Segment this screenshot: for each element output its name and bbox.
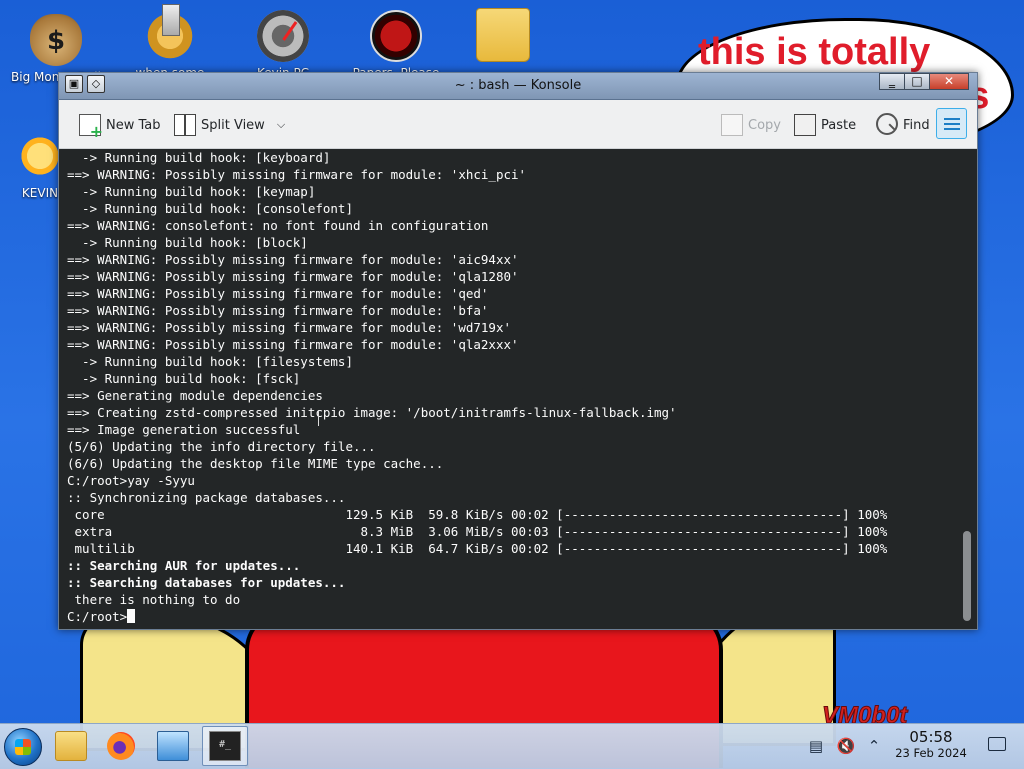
terminal-line: -> Running build hook: [keymap] xyxy=(67,184,316,199)
split-view-label: Split View xyxy=(201,117,265,133)
seal-icon xyxy=(370,10,422,62)
terminal-icon: #_ xyxy=(209,731,241,761)
gauge-icon xyxy=(257,10,309,62)
terminal-line: ==> WARNING: Possibly missing firmware f… xyxy=(67,320,512,335)
start-button[interactable] xyxy=(4,728,42,766)
terminal-line: ==> WARNING: Possibly missing firmware f… xyxy=(67,286,489,301)
clock-time: 05:58 xyxy=(909,728,953,746)
folder-icon xyxy=(55,731,87,761)
terminal-line: ==> WARNING: Possibly missing firmware f… xyxy=(67,303,489,318)
paste-icon xyxy=(794,114,816,136)
terminal-prompt-line[interactable]: C:/root> xyxy=(67,608,955,625)
terminal-line: ==> Generating module dependencies xyxy=(67,388,323,403)
terminal-line: ==> Image generation successful xyxy=(67,422,301,437)
chevron-down-icon: ⌵ xyxy=(276,118,286,131)
taskbar-app-file-manager[interactable] xyxy=(48,726,94,766)
clipboard-icon[interactable]: ▤ xyxy=(806,736,826,756)
new-tab-label: New Tab xyxy=(106,117,161,133)
terminal-line: -> Running build hook: [block] xyxy=(67,235,308,250)
terminal-line: C:/root>yay -Syyu xyxy=(67,473,195,488)
terminal-line: :: Synchronizing package databases... xyxy=(67,490,346,505)
volume-muted-icon[interactable]: 🔇 xyxy=(836,736,856,756)
terminal-line: -> Running build hook: [consolefont] xyxy=(67,201,353,216)
taskbar-app-firefox[interactable] xyxy=(98,726,144,766)
taskbar: #_ ▤ 🔇 ⌃ 05:58 23 Feb 2024 xyxy=(0,723,1024,769)
terminal-line: (6/6) Updating the desktop file MIME typ… xyxy=(67,456,444,471)
gear-icon xyxy=(144,4,196,62)
terminal-prompt: C:/root> xyxy=(67,609,128,624)
copy-button[interactable]: Copy xyxy=(721,112,781,138)
minimize-button[interactable]: ‗ xyxy=(879,73,905,90)
chevron-up-icon[interactable]: ⌃ xyxy=(864,736,884,756)
text-cursor-ibeam-icon xyxy=(318,410,321,426)
hamburger-menu-button[interactable] xyxy=(936,108,967,139)
split-view-icon xyxy=(174,114,196,136)
terminal-line: there is nothing to do xyxy=(67,592,241,607)
konsole-toolbar: New Tab Split View ⌵ Copy Paste Find xyxy=(59,100,977,149)
taskbar-app-konsole[interactable]: #_ xyxy=(202,726,248,766)
window-title: ~ : bash — Konsole xyxy=(454,78,582,93)
terminal-line: ==> Creating zstd-compressed initcpio im… xyxy=(67,405,677,420)
folder-icon xyxy=(476,8,530,62)
terminal-line: :: Searching databases for updates... xyxy=(67,575,346,590)
desktop-icon-folder[interactable] xyxy=(455,8,551,66)
close-button[interactable]: ✕ xyxy=(929,73,969,90)
taskbar-app-system-settings[interactable] xyxy=(150,726,196,766)
konsole-window: ▣ ◇ ~ : bash — Konsole ‗ □ ✕ New Tab Spl… xyxy=(58,72,978,630)
terminal-line: ==> WARNING: Possibly missing firmware f… xyxy=(67,337,519,352)
terminal-line: multilib 140.1 KiB 64.7 KiB/s 00:02 [---… xyxy=(67,541,888,556)
window-controls: ‗ □ ✕ xyxy=(879,73,969,93)
desktop-icon-papers-please[interactable]: Papers, Please xyxy=(348,10,444,80)
desktop-icon-kevin-pc[interactable]: Kevin PC xyxy=(235,10,331,80)
copy-label: Copy xyxy=(748,117,781,133)
terminal-cursor xyxy=(127,609,136,623)
paste-button[interactable]: Paste xyxy=(794,112,856,138)
hamburger-icon xyxy=(944,118,960,120)
terminal-line: ==> WARNING: Possibly missing firmware f… xyxy=(67,252,519,267)
terminal-view[interactable]: -> Running build hook: [keyboard] ==> WAR… xyxy=(59,149,977,629)
scrollbar-thumb[interactable] xyxy=(963,531,971,621)
terminal-line: -> Running build hook: [keyboard] xyxy=(67,150,331,165)
copy-icon xyxy=(721,114,743,136)
split-view-button[interactable]: Split View ⌵ xyxy=(174,112,285,138)
show-desktop-icon[interactable] xyxy=(988,737,1006,751)
money-bag-icon xyxy=(30,14,82,66)
terminal-line: ==> WARNING: consolefont: no font found … xyxy=(67,218,489,233)
settings-icon xyxy=(157,731,189,761)
terminal-scrollbar[interactable] xyxy=(961,149,973,627)
clock-date: 23 Feb 2024 xyxy=(895,746,967,760)
window-titlebar[interactable]: ▣ ◇ ~ : bash — Konsole ‗ □ ✕ xyxy=(59,73,977,100)
terminal-line: ==> WARNING: Possibly missing firmware f… xyxy=(67,167,527,182)
system-clock[interactable]: 05:58 23 Feb 2024 xyxy=(888,728,974,761)
terminal-line: extra 8.3 MiB 3.06 MiB/s 00:03 [--------… xyxy=(67,524,888,539)
paste-label: Paste xyxy=(821,117,857,133)
find-button[interactable]: Find xyxy=(874,112,930,138)
new-tab-button[interactable]: New Tab xyxy=(79,112,161,141)
terminal-line: -> Running build hook: [filesystems] xyxy=(67,354,353,369)
terminal-line: ==> WARNING: Possibly missing firmware f… xyxy=(67,269,519,284)
desktop-icon-when-some[interactable]: when some xyxy=(122,4,218,80)
new-tab-icon xyxy=(79,114,103,141)
firefox-icon xyxy=(107,732,135,760)
terminal-line: -> Running build hook: [fsck] xyxy=(67,371,301,386)
terminal-line: core 129.5 KiB 59.8 KiB/s 00:02 [-------… xyxy=(67,507,888,522)
terminal-output: -> Running build hook: [keyboard] ==> WAR… xyxy=(67,149,955,625)
maximize-button[interactable]: □ xyxy=(904,73,930,90)
terminal-line: (5/6) Updating the info directory file..… xyxy=(67,439,376,454)
terminal-line: :: Searching AUR for updates... xyxy=(67,558,301,573)
find-label: Find xyxy=(903,117,930,133)
search-icon xyxy=(876,112,898,135)
